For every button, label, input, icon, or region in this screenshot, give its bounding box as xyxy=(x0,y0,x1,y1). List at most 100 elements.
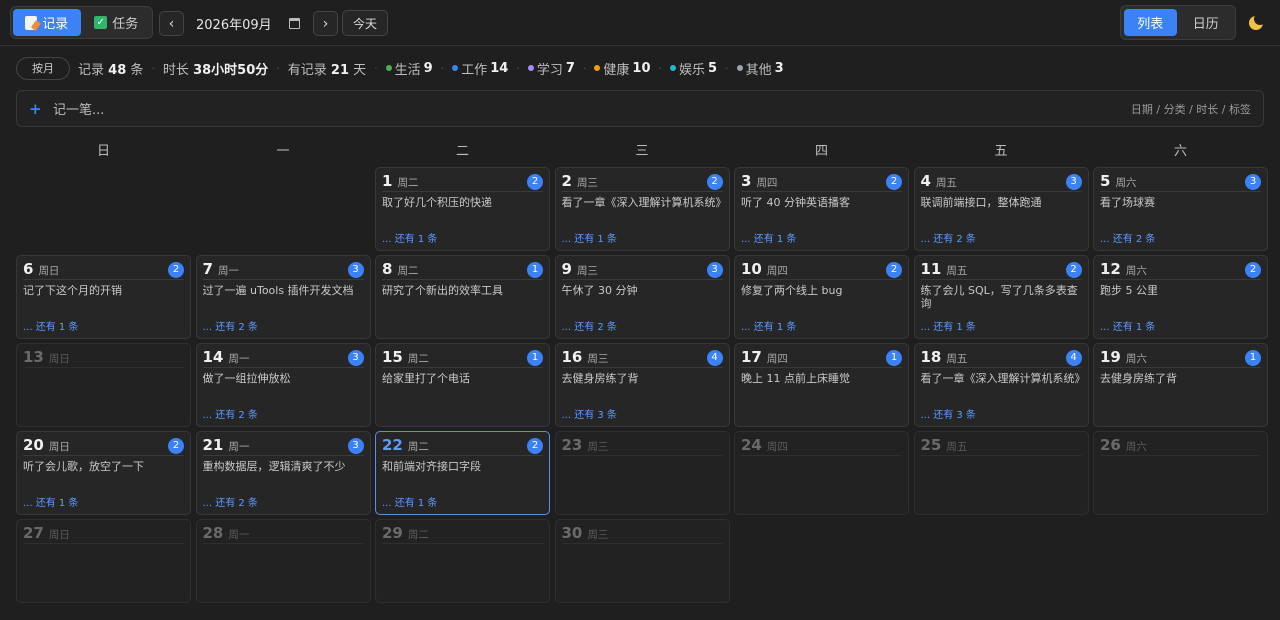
category-stat[interactable]: 学习 7 xyxy=(527,59,575,78)
category-dot-icon xyxy=(527,65,534,71)
records-mode-button[interactable]: 记录 xyxy=(13,9,81,36)
more-entries-link[interactable]: ... 还有 2 条 xyxy=(562,318,617,333)
month-picker[interactable]: 2026年09月 xyxy=(190,11,306,36)
category-stat[interactable]: 健康 10 xyxy=(594,59,651,78)
calendar-day-cell[interactable]: 25 周五 xyxy=(913,431,1089,515)
day-entry[interactable]: 去健身房练了背 xyxy=(562,372,723,385)
day-entry[interactable]: 看了一章《深入理解计算机系统》 xyxy=(562,196,723,209)
more-entries-link[interactable]: ... 还有 1 条 xyxy=(1100,318,1155,333)
day-entry[interactable]: 和前端对齐接口字段 xyxy=(382,460,543,473)
calendar-day-cell[interactable]: 3 周四 2 听了 40 分钟英语播客 ... 还有 1 条 xyxy=(734,167,909,251)
calendar-day-cell[interactable]: 16 周三 4 去健身房练了背 ... 还有 3 条 xyxy=(554,343,730,427)
entry-count-badge: 1 xyxy=(527,262,543,278)
next-month-button[interactable]: › xyxy=(313,11,338,36)
calendar-day-cell[interactable]: 5 周六 3 看了场球赛 ... 还有 2 条 xyxy=(1093,167,1268,251)
more-entries-link[interactable]: ... 还有 1 条 xyxy=(562,230,617,245)
day-entry[interactable]: 研究了个新出的效率工具 xyxy=(382,284,543,297)
day-entry[interactable]: 过了一遍 uTools 插件开发文档 xyxy=(203,284,364,297)
calendar-day-cell[interactable]: 14 周一 3 做了一组拉伸放松 ... 还有 2 条 xyxy=(195,343,371,427)
records-mode-label: 记录 xyxy=(42,17,69,32)
calendar-day-cell[interactable]: 18 周五 4 看了一章《深入理解计算机系统》 ... 还有 3 条 xyxy=(913,343,1089,427)
day-entry[interactable]: 记了下这个月的开销 xyxy=(23,284,184,297)
more-entries-link[interactable]: ... 还有 1 条 xyxy=(741,318,796,333)
day-entry[interactable]: 取了好几个积压的快递 xyxy=(382,196,543,209)
list-view-button[interactable]: 列表 xyxy=(1124,9,1177,36)
calendar-day-cell[interactable]: 2 周三 2 看了一章《深入理解计算机系统》 ... 还有 1 条 xyxy=(554,167,730,251)
calendar-day-cell[interactable]: 11 周五 2 练了会儿 SQL，写了几条多表查询 ... 还有 1 条 xyxy=(913,255,1089,339)
calendar-day-cell[interactable]: 4 周五 3 联调前端接口，整体跑通 ... 还有 2 条 xyxy=(913,167,1089,251)
category-stat[interactable]: 生活 9 xyxy=(385,59,433,78)
more-entries-link[interactable]: ... 还有 2 条 xyxy=(1100,230,1155,245)
day-entry[interactable]: 联调前端接口，整体跑通 xyxy=(921,196,1082,209)
calendar-day-cell[interactable]: 20 周日 2 听了会儿歌，放空了一下 ... 还有 1 条 xyxy=(16,431,191,515)
calendar-view-button[interactable]: 日历 xyxy=(1180,9,1233,36)
category-stat[interactable]: 娱乐 5 xyxy=(670,59,717,78)
more-entries-link[interactable]: ... 还有 2 条 xyxy=(203,494,258,509)
more-entries-link[interactable]: ... 还有 2 条 xyxy=(203,406,258,421)
day-entry[interactable]: 去健身房练了背 xyxy=(1100,372,1261,385)
day-entry[interactable]: 跑步 5 公里 xyxy=(1100,284,1261,297)
separator: · xyxy=(440,61,445,75)
calendar-day-cell[interactable]: 30 周三 xyxy=(554,519,730,603)
day-entry[interactable]: 修复了两个线上 bug xyxy=(741,284,902,297)
theme-toggle-button[interactable] xyxy=(1247,13,1266,32)
day-weekday: 周四 xyxy=(766,441,788,453)
day-header: 9 周三 xyxy=(561,260,723,280)
category-stat[interactable]: 工作 14 xyxy=(452,59,508,78)
more-entries-link[interactable]: ... 还有 1 条 xyxy=(741,230,796,245)
category-name: 娱乐 xyxy=(679,62,706,78)
calendar-day-cell[interactable]: 12 周六 2 跑步 5 公里 ... 还有 1 条 xyxy=(1093,255,1268,339)
day-entry[interactable]: 给家里打了个电话 xyxy=(382,372,543,385)
calendar-day-cell[interactable]: 8 周二 1 研究了个新出的效率工具 xyxy=(375,255,550,339)
more-entries-link[interactable]: ... 还有 1 条 xyxy=(23,318,78,333)
day-number: 10 xyxy=(741,260,762,278)
calendar-day-cell[interactable]: 28 周一 xyxy=(195,519,371,603)
calendar-day-cell[interactable]: 9 周三 3 午休了 30 分钟 ... 还有 2 条 xyxy=(554,255,730,339)
more-entries-link[interactable]: ... 还有 2 条 xyxy=(921,230,976,245)
calendar-day-cell[interactable]: 13 周日 xyxy=(16,343,191,427)
more-entries-link[interactable]: ... 还有 1 条 xyxy=(921,318,976,333)
calendar-day-cell[interactable]: 17 周四 1 晚上 11 点前上床睡觉 xyxy=(734,343,909,427)
more-entries-link[interactable]: ... 还有 2 条 xyxy=(203,318,258,333)
calendar-day-cell[interactable]: 24 周四 xyxy=(734,431,909,515)
calendar-icon[interactable] xyxy=(289,18,300,29)
calendar-day-cell[interactable]: 23 周三 xyxy=(554,431,730,515)
calendar-day-cell[interactable]: 15 周二 1 给家里打了个电话 xyxy=(375,343,550,427)
more-entries-link[interactable]: ... 还有 1 条 xyxy=(23,494,78,509)
day-entry[interactable]: 做了一组拉伸放松 xyxy=(203,372,364,385)
calendar-day-cell[interactable]: 27 周日 xyxy=(16,519,191,603)
day-entry[interactable]: 午休了 30 分钟 xyxy=(562,284,723,297)
day-number: 11 xyxy=(920,260,942,278)
calendar-day-cell[interactable]: 21 周一 3 重构数据层，逻辑清爽了不少 ... 还有 2 条 xyxy=(195,431,371,515)
calendar-day-cell[interactable]: 26 周六 xyxy=(1093,431,1268,515)
day-entry[interactable]: 听了 40 分钟英语播客 xyxy=(741,196,902,209)
calendar-day-cell[interactable]: 1 周二 2 取了好几个积压的快递 ... 还有 1 条 xyxy=(375,167,550,251)
category-stat[interactable]: 其他 3 xyxy=(736,59,784,78)
calendar-day-cell[interactable]: 10 周四 2 修复了两个线上 bug ... 还有 1 条 xyxy=(734,255,909,339)
calendar-day-cell[interactable]: 29 周二 xyxy=(375,519,550,603)
day-entry[interactable]: 看了场球赛 xyxy=(1100,196,1261,209)
day-header: 24 周四 xyxy=(741,436,902,456)
more-entries-link[interactable]: ... 还有 3 条 xyxy=(921,406,976,421)
day-entry[interactable]: 重构数据层，逻辑清爽了不少 xyxy=(203,460,364,473)
checkbox-icon: ✓ xyxy=(94,16,108,29)
today-button[interactable]: 今天 xyxy=(342,10,388,36)
calendar-day-cell[interactable]: 6 周日 2 记了下这个月的开销 ... 还有 1 条 xyxy=(16,255,191,339)
tasks-mode-button[interactable]: ✓ 任务 xyxy=(83,9,151,36)
day-entry[interactable]: 听了会儿歌，放空了一下 xyxy=(23,460,184,473)
calendar-day-cell[interactable]: 19 周六 1 去健身房练了背 xyxy=(1093,343,1268,427)
more-entries-link[interactable]: ... 还有 1 条 xyxy=(382,230,437,245)
day-entry[interactable]: 练了会儿 SQL，写了几条多表查询 xyxy=(921,284,1082,310)
month-value: 2026年09月 xyxy=(196,18,272,33)
day-entry[interactable]: 晚上 11 点前上床睡觉 xyxy=(741,372,902,385)
day-entry[interactable]: 看了一章《深入理解计算机系统》 xyxy=(921,372,1082,385)
prev-month-button[interactable]: ‹ xyxy=(159,11,184,36)
group-by-button[interactable]: 按月 xyxy=(16,56,70,80)
more-entries-link[interactable]: ... 还有 1 条 xyxy=(382,494,437,509)
quick-add-input[interactable]: + 记一笔... 日期 / 分类 / 时长 / 标签 xyxy=(16,90,1264,127)
calendar-day-cell[interactable]: 7 周一 3 过了一遍 uTools 插件开发文档 ... 还有 2 条 xyxy=(195,255,371,339)
calendar-day-cell[interactable]: 22 周二 2 和前端对齐接口字段 ... 还有 1 条 xyxy=(375,431,550,515)
day-header: 16 周三 xyxy=(561,348,723,368)
more-entries-link[interactable]: ... 还有 3 条 xyxy=(562,406,617,421)
day-number: 27 xyxy=(23,524,44,542)
